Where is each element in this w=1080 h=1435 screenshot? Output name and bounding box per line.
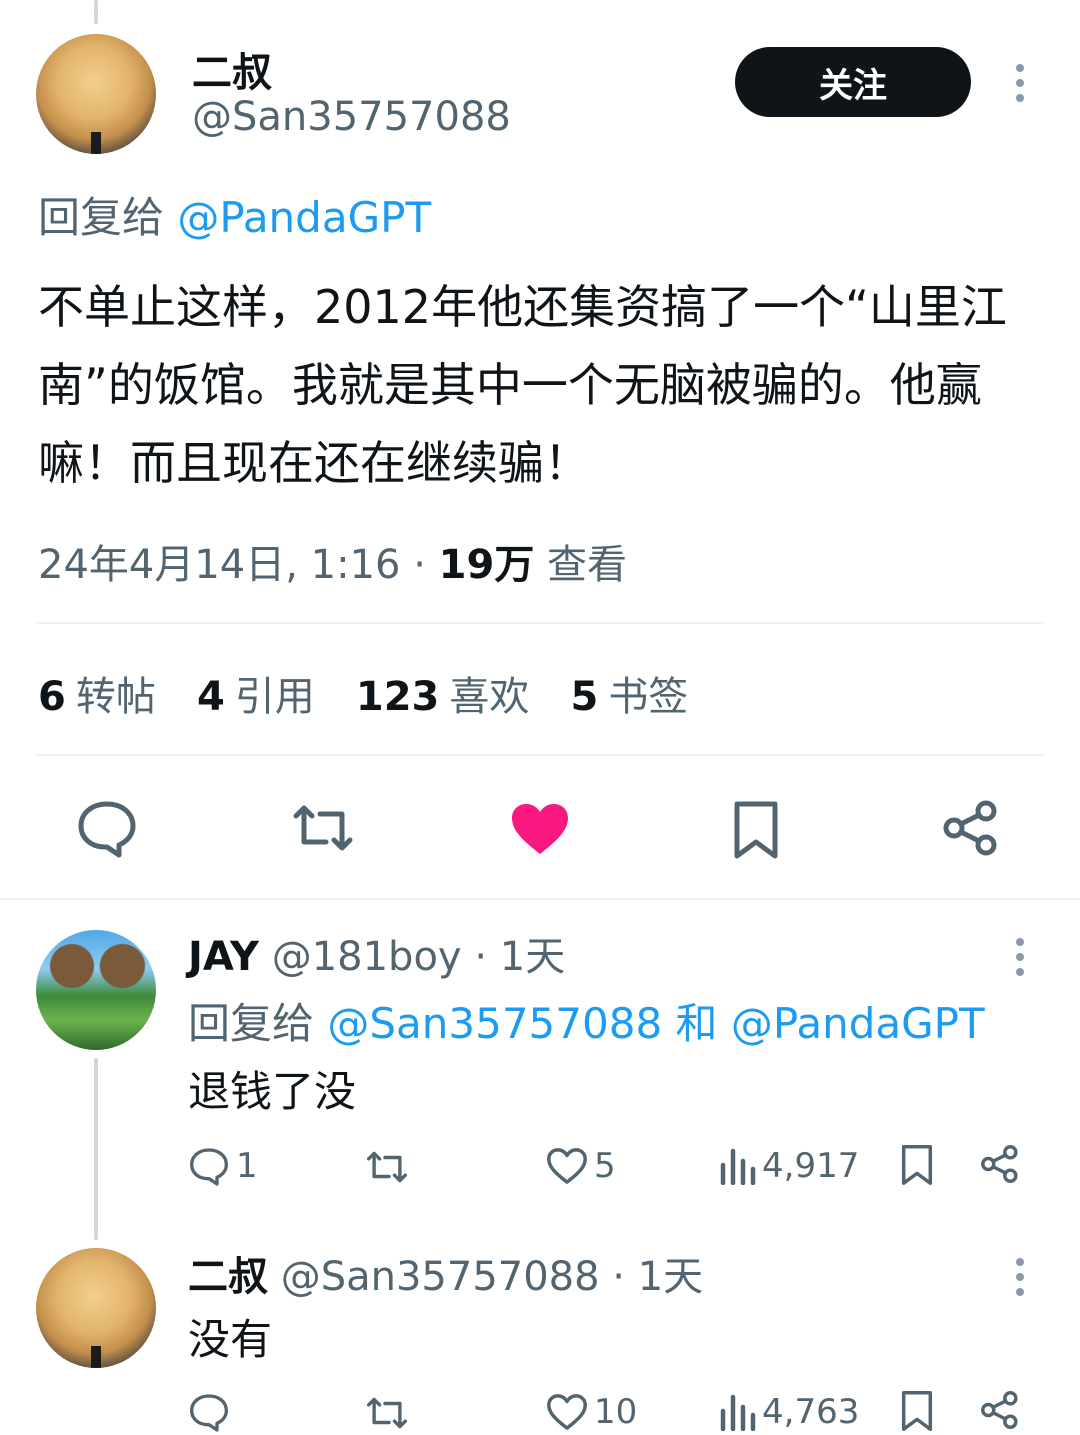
like-button[interactable]: 5 [546,1146,616,1186]
reply-time[interactable]: · 1天 [474,934,565,980]
reply-icon [190,1394,228,1432]
repost-button[interactable] [364,1394,410,1432]
thread-line [94,1058,98,1240]
heart-icon [547,1394,587,1430]
reply-author-handle[interactable]: @181boy [272,934,462,980]
reply-author-handle[interactable]: @San35757088 [281,1254,600,1300]
views-button[interactable]: 4,763 [720,1392,859,1432]
reply-text: 退钱了没 [188,1067,357,1116]
stat-quotes[interactable]: 4 引用 [197,664,315,722]
reply-to-link[interactable]: @PandaGPT [177,193,431,242]
tweet-text: 不单止这样，2012年他还集资搞了一个“山里江南”的饭馆。我就是其中一个无脑被骗… [38,280,1007,490]
reply-prefix: 回复给 [188,999,315,1048]
like-button[interactable]: 10 [546,1392,637,1432]
stat-reposts[interactable]: 6 转帖 [38,664,156,722]
more-options-icon[interactable] [1015,1258,1025,1303]
bookmark-icon [901,1391,933,1431]
author-name[interactable]: 二叔 [192,40,272,98]
reply-button[interactable] [188,1392,230,1432]
reply-to-line: 回复给 @PandaGPT [38,184,431,245]
author-handle[interactable]: @San35757088 [192,94,511,140]
share-icon [981,1391,1018,1429]
analytics-icon [720,1394,756,1431]
bookmark-button[interactable] [900,1144,934,1186]
section-divider [0,898,1080,900]
reply-text: 没有 [188,1315,273,1364]
timestamp[interactable]: 24年4月14日, 1:16 [38,542,401,588]
reply-to-link[interactable]: @San35757088 [327,999,662,1048]
divider [36,754,1044,756]
reply-button[interactable]: 1 [188,1146,258,1186]
share-button[interactable] [980,1144,1020,1184]
reply-button[interactable] [76,798,138,858]
share-button[interactable] [980,1390,1020,1430]
tweet-meta: 24年4月14日, 1:16 · 19万 查看 [38,532,627,590]
reply-author-name[interactable]: JAY [188,934,259,980]
follow-button[interactable]: 关注 [735,47,971,117]
thread-line-top [94,0,98,24]
bookmark-button[interactable] [732,800,780,860]
repost-icon [293,805,353,851]
share-icon [981,1145,1018,1183]
views-button[interactable]: 4,917 [720,1146,859,1186]
repost-button[interactable] [290,800,356,856]
more-options-icon[interactable] [1015,64,1025,109]
reply-icon [190,1148,228,1186]
more-options-icon[interactable] [1015,938,1025,983]
divider [36,622,1044,624]
bookmark-icon [734,801,778,859]
heart-icon [547,1148,587,1184]
repost-icon [366,1151,408,1183]
reply-avatar[interactable] [36,1248,156,1368]
reply-to-line: 回复给 @San35757088 和 @PandaGPT [188,990,985,1051]
views-label: 查看 [547,542,628,588]
reply-author-name[interactable]: 二叔 [188,1254,268,1300]
author-avatar[interactable] [36,34,156,154]
share-button[interactable] [942,800,1000,856]
like-count: 10 [594,1392,638,1432]
stat-bookmarks[interactable]: 5 书签 [570,664,688,722]
view-count: 4,917 [762,1146,860,1186]
reply-prefix: 回复给 [38,193,165,242]
reply-header: JAY @181boy · 1天 [188,924,565,982]
reply-icon [78,801,136,858]
repost-icon [366,1397,408,1429]
stat-likes[interactable]: 123 喜欢 [356,664,530,722]
engagement-stats: 6 转帖 4 引用 123 喜欢 5 书签 [38,664,724,722]
repost-button[interactable] [364,1148,410,1186]
reply-count: 1 [236,1146,258,1186]
meta-separator: · [413,542,426,588]
views-count: 19万 [438,542,535,588]
reply-avatar[interactable] [36,930,156,1050]
reply-time[interactable]: · 1天 [612,1254,703,1300]
like-button[interactable] [510,802,570,856]
share-icon [943,800,997,856]
bookmark-button[interactable] [900,1390,934,1432]
heart-filled-icon [512,804,568,854]
like-count: 5 [594,1146,616,1186]
analytics-icon [720,1148,756,1185]
view-count: 4,763 [762,1392,860,1432]
bookmark-icon [901,1145,933,1185]
reply-to-link[interactable]: @PandaGPT [731,999,985,1048]
reply-header: 二叔 @San35757088 · 1天 [188,1244,703,1302]
reply-conjunction: 和 [675,999,718,1048]
